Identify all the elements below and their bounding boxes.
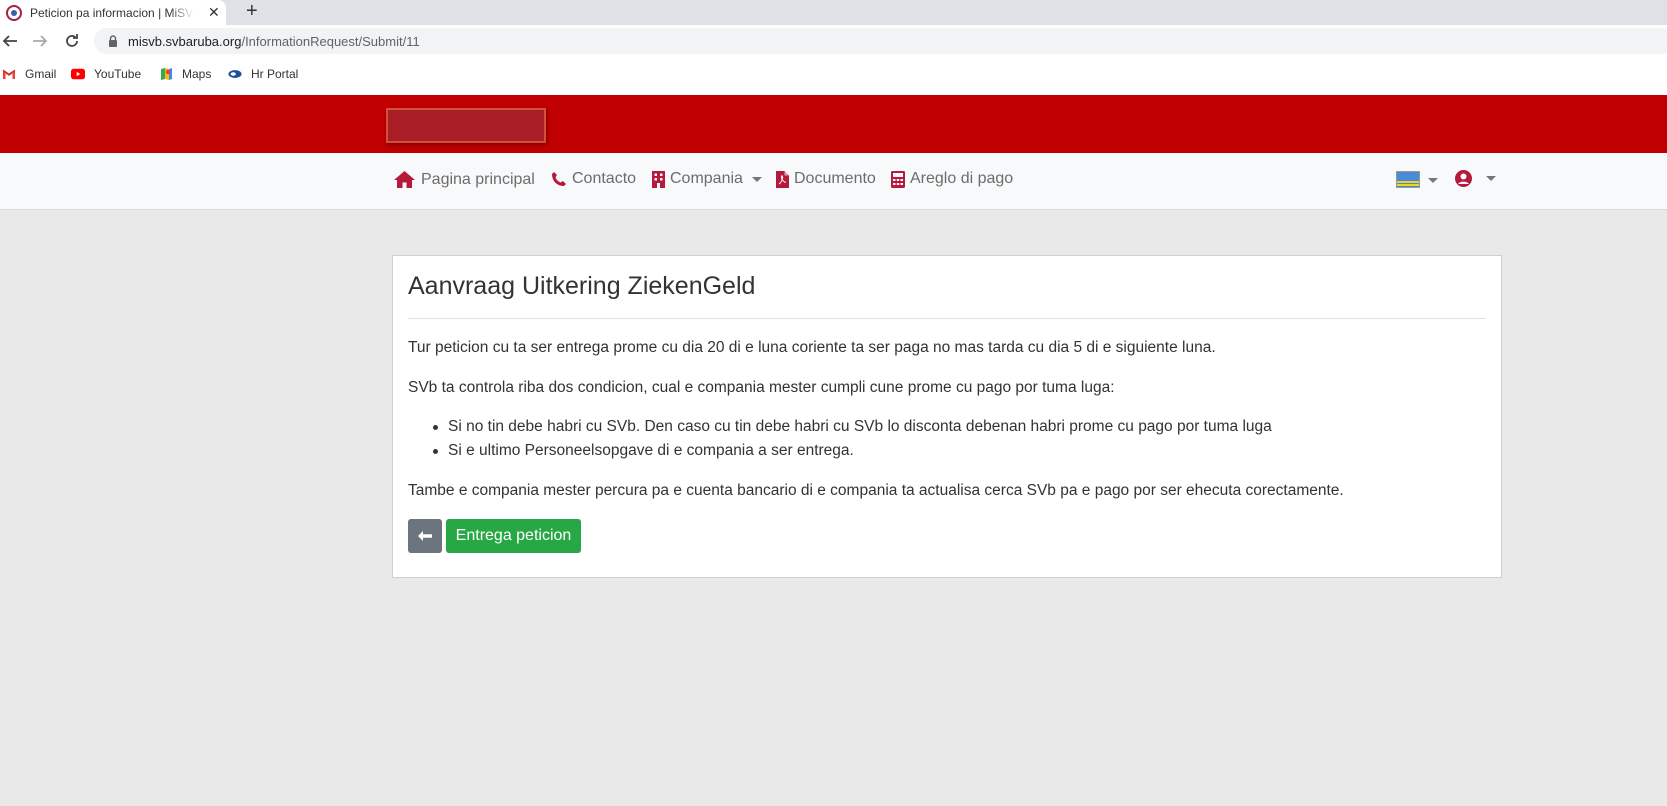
back-arrow-icon[interactable] [0, 31, 20, 51]
nav-item-company[interactable]: Compania [652, 170, 762, 188]
home-icon [393, 170, 416, 189]
list-item: Si no tin debe habri cu SVb. Den caso cu… [433, 418, 1272, 442]
hr-portal-icon [228, 67, 242, 81]
site-logo[interactable] [386, 108, 546, 143]
gmail-icon [2, 67, 16, 81]
bank-account-note-text: Tambe e compania mester percura pa e cue… [408, 482, 1344, 499]
language-chevron-down-icon[interactable] [1428, 178, 1438, 183]
nav-item-documents[interactable]: Documento [776, 170, 876, 188]
nav-item-payment-arrangement[interactable]: Areglo di pago [891, 170, 1013, 188]
page-title: Aanvraag Uitkering ZiekenGeld [408, 272, 756, 300]
list-item: Si e ultimo Personeelsopgave di e compan… [433, 442, 1272, 466]
maps-icon [159, 67, 173, 81]
bookmark-gmail[interactable]: Gmail [2, 67, 56, 81]
tab-title: Peticion pa informacion | MiSVb [30, 5, 194, 20]
close-tab-icon[interactable]: ✕ [208, 3, 220, 21]
user-menu[interactable] [1455, 170, 1496, 187]
chevron-down-icon [751, 176, 762, 182]
browser-tab[interactable]: Peticion pa informacion | MiSVb ✕ [0, 0, 226, 25]
youtube-icon [71, 67, 85, 81]
arrow-left-icon [418, 531, 432, 541]
title-divider [408, 318, 1486, 319]
new-tab-icon[interactable]: + [246, 0, 258, 22]
browser-toolbar: misvb.svbaruba.org/InformationRequest/Su… [0, 25, 1667, 57]
nav-item-home[interactable]: Pagina principal [393, 170, 535, 189]
address-bar[interactable]: misvb.svbaruba.org/InformationRequest/Su… [94, 28, 1667, 54]
reload-icon[interactable] [62, 31, 82, 51]
back-button[interactable] [408, 519, 442, 553]
forward-arrow-icon[interactable] [30, 31, 50, 51]
nav-item-contact[interactable]: Contacto [551, 170, 636, 188]
chevron-down-icon [1486, 176, 1496, 181]
bookmark-maps[interactable]: Maps [159, 67, 211, 81]
request-card: Aanvraag Uitkering ZiekenGeld Tur petici… [392, 255, 1502, 578]
building-icon [652, 170, 665, 188]
lock-icon [109, 35, 117, 47]
pdf-file-icon [776, 170, 789, 188]
browser-tabstrip: Peticion pa informacion | MiSVb ✕ + [0, 0, 1667, 25]
conditions-list: Si no tin debe habri cu SVb. Den caso cu… [433, 418, 1272, 466]
site-favicon-icon [6, 4, 22, 21]
conditions-intro-text: SVb ta controla riba dos condicion, cual… [408, 379, 1115, 396]
payment-timing-text: Tur peticion cu ta ser entrega prome cu … [408, 339, 1216, 356]
user-circle-icon [1455, 170, 1472, 187]
submit-request-button[interactable]: Entrega peticion [446, 519, 581, 553]
bookmarks-bar: Gmail YouTube Maps Hr Portal [0, 57, 1667, 95]
phone-icon [551, 171, 567, 187]
bookmark-youtube[interactable]: YouTube [71, 67, 141, 81]
site-header [0, 95, 1667, 153]
calculator-icon [891, 170, 905, 188]
url-text: misvb.svbaruba.org/InformationRequest/Su… [128, 33, 420, 49]
aruba-flag-icon[interactable] [1396, 171, 1420, 188]
bookmark-hr-portal[interactable]: Hr Portal [228, 67, 298, 81]
